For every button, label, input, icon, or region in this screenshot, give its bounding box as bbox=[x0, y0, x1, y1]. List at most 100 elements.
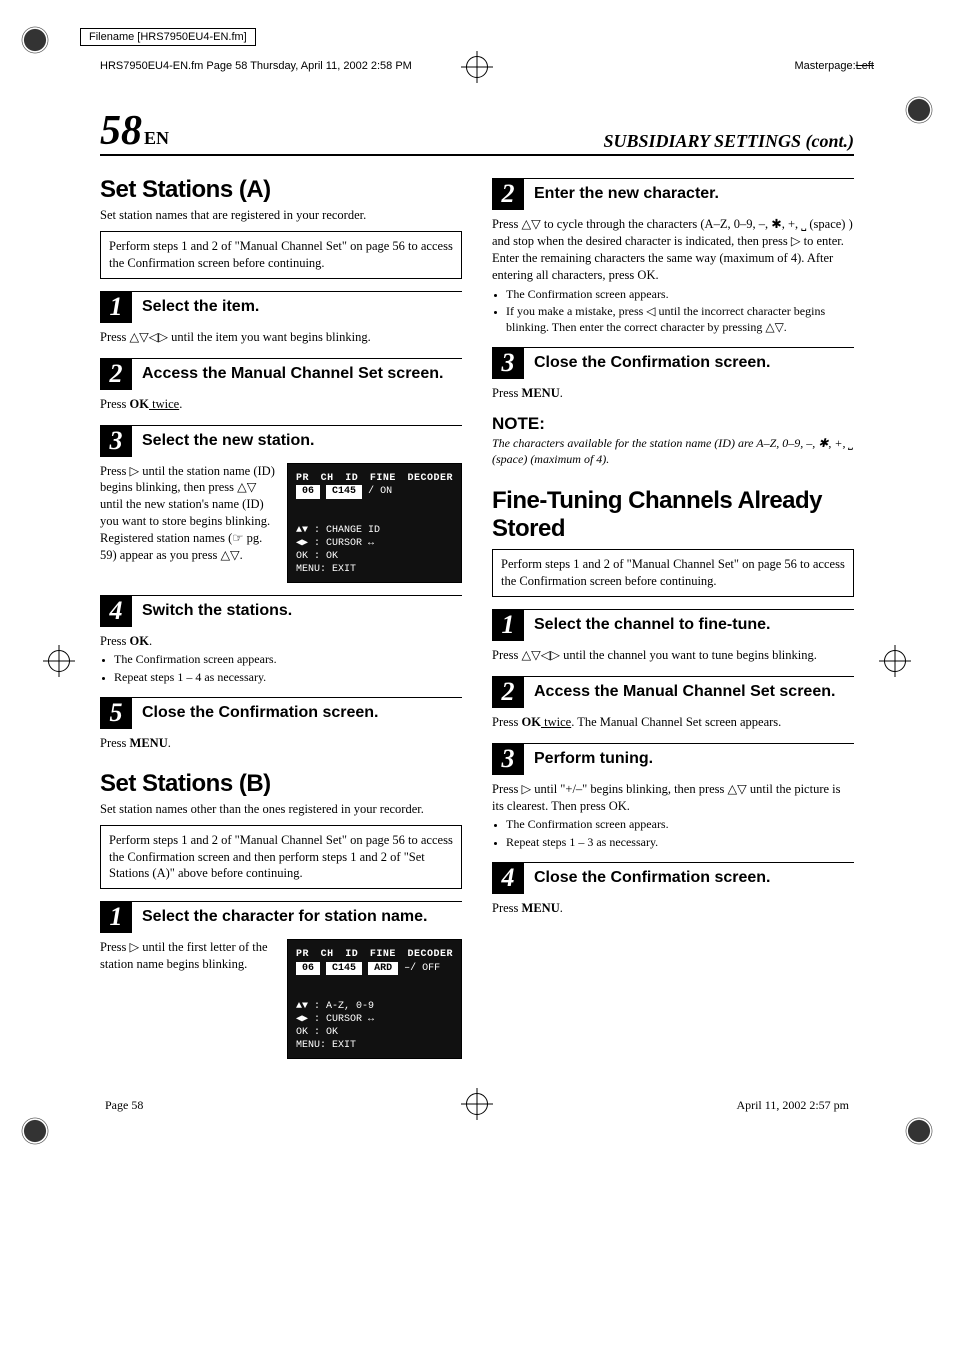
osd-legend: ◀▶ : CURSOR ↔ bbox=[296, 537, 453, 550]
footer-page-number: Page 58 bbox=[105, 1098, 143, 1113]
step-number-icon: 1 bbox=[492, 609, 524, 641]
masterpage-label: Masterpage:Left bbox=[794, 60, 874, 72]
step-b1-text: Press ▷ until the first letter of the st… bbox=[100, 939, 277, 973]
step-a3-title: Select the new station. bbox=[142, 432, 314, 450]
text: Press bbox=[492, 715, 522, 729]
step-number-icon: 4 bbox=[492, 862, 524, 894]
step-ft1-head: 1 Select the channel to fine-tune. bbox=[492, 609, 854, 641]
step-r3-head: 3 Close the Confirmation screen. bbox=[492, 347, 854, 379]
set-stations-a-heading: Set Stations (A) bbox=[100, 176, 462, 204]
masterpage-value: Left bbox=[856, 60, 874, 72]
osd-val: –/ bbox=[404, 963, 416, 974]
registration-mark-icon bbox=[884, 650, 906, 672]
bullet: If you make a mistake, press ◁ until the… bbox=[506, 303, 854, 335]
text: Press bbox=[100, 397, 130, 411]
osd-col: ID bbox=[345, 472, 358, 486]
step-a3-text: Press ▷ until the station name (ID) begi… bbox=[100, 463, 277, 564]
osd-legend: OK : OK bbox=[296, 550, 453, 563]
text: Press △▽ to cycle through the characters… bbox=[492, 217, 853, 282]
step-ft3-title: Perform tuning. bbox=[534, 750, 653, 768]
text: . bbox=[560, 386, 563, 400]
step-a2-body: Press OK twice. bbox=[100, 396, 462, 413]
text: Press bbox=[492, 386, 522, 400]
step-a3-body: Press ▷ until the station name (ID) begi… bbox=[100, 463, 462, 583]
filename-box: Filename [HRS7950EU4-EN.fm] bbox=[80, 28, 256, 46]
step-a4-body: Press OK. The Confirmation screen appear… bbox=[100, 633, 462, 685]
step-number-icon: 2 bbox=[100, 358, 132, 390]
ok-label: OK bbox=[130, 397, 149, 411]
step-ft2-head: 2 Access the Manual Channel Set screen. bbox=[492, 676, 854, 708]
step-b1-title: Select the character for station name. bbox=[142, 908, 427, 926]
step-r2-title: Enter the new character. bbox=[534, 185, 719, 203]
text: . The Manual Channel Set screen appears. bbox=[571, 715, 781, 729]
on-screen-display-b: PR CH ID FINE DECODER 06 C145 ARD –/ OFF bbox=[287, 939, 462, 1059]
perform-box-b: Perform steps 1 and 2 of "Manual Channel… bbox=[100, 825, 462, 890]
step-ft1-title: Select the channel to fine-tune. bbox=[534, 616, 770, 634]
osd-col: CH bbox=[321, 948, 334, 962]
step-number-icon: 1 bbox=[100, 901, 132, 933]
fine-tuning-heading: Fine-Tuning Channels Already Stored bbox=[492, 487, 854, 543]
bullet: The Confirmation screen appears. bbox=[506, 816, 854, 832]
menu-label: MENU bbox=[130, 736, 168, 750]
text: . bbox=[560, 901, 563, 915]
twice-label: twice bbox=[149, 397, 179, 411]
step-a1-body: Press △▽◁▷ until the item you want begin… bbox=[100, 329, 462, 346]
osd-val: C145 bbox=[326, 485, 362, 499]
text: Press bbox=[100, 736, 130, 750]
menu-label: MENU bbox=[522, 386, 560, 400]
on-screen-display-a: PR CH ID FINE DECODER 06 C145 / ON bbox=[287, 463, 462, 583]
osd-val: OFF bbox=[422, 963, 440, 974]
page-lang: EN bbox=[144, 128, 169, 148]
osd-val: 06 bbox=[296, 485, 320, 499]
osd-val: C145 bbox=[326, 962, 362, 976]
bullet: Repeat steps 1 – 3 as necessary. bbox=[506, 834, 854, 850]
step-a1-title: Select the item. bbox=[142, 298, 259, 316]
step-a5-head: 5 Close the Confirmation screen. bbox=[100, 697, 462, 729]
step-number-icon: 5 bbox=[100, 697, 132, 729]
bullet: Repeat steps 1 – 4 as necessary. bbox=[114, 669, 462, 685]
step-r2-head: 2 Enter the new character. bbox=[492, 178, 854, 210]
note-body: The characters available for the station… bbox=[492, 436, 854, 467]
menu-label: MENU bbox=[522, 901, 560, 915]
step-r3-body: Press MENU. bbox=[492, 385, 854, 402]
bullet: The Confirmation screen appears. bbox=[114, 651, 462, 667]
set-stations-b-sub: Set station names other than the ones re… bbox=[100, 802, 462, 817]
osd-val: ON bbox=[380, 486, 392, 497]
step-a5-title: Close the Confirmation screen. bbox=[142, 704, 379, 722]
step-ft3-body: Press ▷ until "+/–" begins blinking, the… bbox=[492, 781, 854, 850]
osd-legend: OK : OK bbox=[296, 1026, 453, 1039]
step-number-icon: 3 bbox=[492, 743, 524, 775]
running-head: HRS7950EU4-EN.fm Page 58 Thursday, April… bbox=[100, 60, 412, 72]
step-ft1-body: Press △▽◁▷ until the channel you want to… bbox=[492, 647, 854, 664]
step-ft4-title: Close the Confirmation screen. bbox=[534, 869, 771, 887]
step-ft2-title: Access the Manual Channel Set screen. bbox=[534, 683, 835, 701]
step-a2-title: Access the Manual Channel Set screen. bbox=[142, 365, 443, 383]
set-stations-b-heading: Set Stations (B) bbox=[100, 770, 462, 798]
step-number-icon: 2 bbox=[492, 676, 524, 708]
ok-label: OK bbox=[130, 634, 149, 648]
step-ft4-body: Press MENU. bbox=[492, 900, 854, 917]
step-ft4-head: 4 Close the Confirmation screen. bbox=[492, 862, 854, 894]
step-b1-head: 1 Select the character for station name. bbox=[100, 901, 462, 933]
page-number: 58EN bbox=[100, 110, 169, 152]
ok-label: OK bbox=[522, 715, 541, 729]
osd-col: CH bbox=[321, 472, 334, 486]
step-b1-body: Press ▷ until the first letter of the st… bbox=[100, 939, 462, 1059]
osd-val: 06 bbox=[296, 962, 320, 976]
step-number-icon: 4 bbox=[100, 595, 132, 627]
step-r3-title: Close the Confirmation screen. bbox=[534, 354, 771, 372]
osd-col: FINE bbox=[370, 472, 396, 486]
step-a4-head: 4 Switch the stations. bbox=[100, 595, 462, 627]
osd-col: DECODER bbox=[407, 472, 453, 486]
osd-legend: ◀▶ : CURSOR ↔ bbox=[296, 1013, 453, 1026]
crop-mark-icon bbox=[899, 1111, 939, 1151]
text: Press bbox=[492, 901, 522, 915]
left-column: Set Stations (A) Set station names that … bbox=[100, 170, 462, 1071]
step-a5-body: Press MENU. bbox=[100, 735, 462, 752]
page-number-value: 58 bbox=[100, 108, 142, 154]
osd-val: ARD bbox=[368, 962, 398, 976]
registration-mark-icon bbox=[466, 1093, 488, 1115]
step-r2-body: Press △▽ to cycle through the characters… bbox=[492, 216, 854, 335]
osd-legend: ▲▼ : A-Z, 0-9 bbox=[296, 1000, 453, 1013]
osd-col: DECODER bbox=[407, 948, 453, 962]
